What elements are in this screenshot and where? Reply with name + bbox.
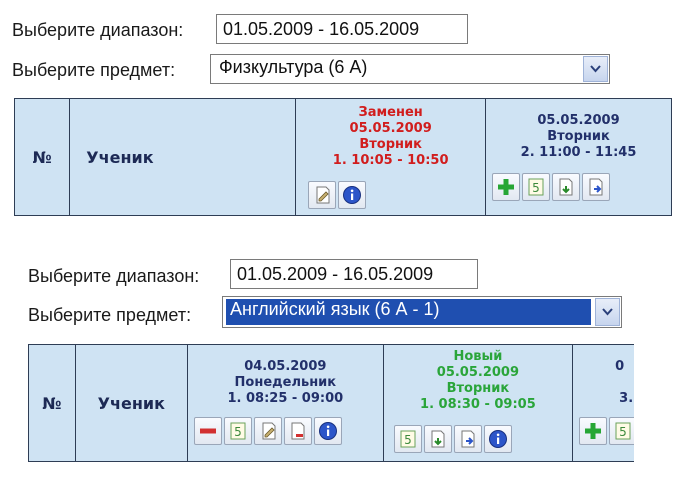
lesson-weekday: Понедельник — [234, 375, 337, 390]
add-plus-icon[interactable] — [492, 173, 521, 201]
page-minus-icon[interactable] — [284, 417, 312, 445]
info-icon[interactable] — [483, 425, 512, 453]
info-icon[interactable] — [338, 181, 367, 209]
lesson-status: Заменен — [358, 105, 423, 120]
range-input[interactable]: 01.05.2009 - 16.05.2009 — [216, 14, 468, 44]
chevron-down-icon[interactable] — [583, 56, 608, 82]
range-label: Выберите диапазон: — [12, 20, 184, 40]
lesson-date: 05.05.2009 — [349, 121, 432, 136]
remove-minus-icon[interactable] — [194, 417, 222, 445]
svg-text:5: 5 — [532, 181, 540, 195]
lesson-status: Новый — [453, 349, 503, 364]
lessons-table-2: № Ученик 04.05.2009 Понедельник 1. 08:25… — [28, 344, 634, 462]
page-down-icon[interactable] — [552, 173, 581, 201]
lesson-weekday: Вторник — [359, 137, 422, 152]
header-student: Ученик — [74, 344, 189, 462]
page-arrow-icon[interactable] — [453, 425, 482, 453]
range-input[interactable]: 01.05.2009 - 16.05.2009 — [230, 259, 478, 289]
chevron-down-icon[interactable] — [595, 298, 620, 326]
lesson-info: Новый 05.05.2009 Вторник 1. 08:30 - 09:0… — [384, 345, 572, 413]
lesson-date: 0 — [615, 359, 625, 374]
subject-value: Физкультура (6 А) — [219, 57, 368, 77]
lesson-cell: Заменен 05.05.2009 Вторник 1. 10:05 - 10… — [295, 98, 487, 216]
subject-label: Выберите предмет: — [12, 60, 176, 80]
lesson-weekday: Вторник — [446, 381, 510, 396]
subject-label: Выберите предмет: — [28, 305, 192, 325]
lesson-date: 05.05.2009 — [537, 113, 620, 128]
grade-five-icon[interactable]: 5 — [393, 425, 422, 453]
lesson-time: 1. 10:05 - 10:50 — [332, 153, 449, 168]
info-icon[interactable] — [314, 417, 342, 445]
header-number: № — [13, 98, 71, 216]
add-plus-icon[interactable] — [579, 417, 608, 445]
svg-text:5: 5 — [234, 425, 242, 439]
subject-value: Английский язык (6 А - 1) — [226, 299, 591, 325]
svg-text:5: 5 — [404, 433, 412, 447]
lesson-cell: 04.05.2009 Понедельник 1. 08:25 - 09:00 … — [187, 344, 384, 462]
lesson-info: Заменен 05.05.2009 Вторник 1. 10:05 - 10… — [296, 99, 485, 169]
header-student: Ученик — [69, 98, 297, 216]
grade-five-icon[interactable]: 5 — [522, 173, 551, 201]
svg-text:5: 5 — [619, 425, 627, 439]
lesson-cell: 0 3. 1 5 — [572, 344, 634, 462]
lessons-table-1: № Ученик Заменен 05.05.2009 Вторник 1. 1… — [13, 98, 672, 216]
lesson-info: 04.05.2009 Понедельник 1. 08:25 - 09:00 — [188, 345, 383, 407]
grade-five-icon[interactable]: 5 — [609, 417, 634, 445]
lesson-time: 2. 11:00 - 11:45 — [520, 145, 637, 160]
range-label: Выберите диапазон: — [28, 266, 200, 286]
lessons-table-2-viewport[interactable]: № Ученик 04.05.2009 Понедельник 1. 08:25… — [28, 344, 634, 464]
lesson-date: 04.05.2009 — [244, 359, 327, 374]
lesson-date: 05.05.2009 — [436, 365, 520, 380]
subject-select[interactable]: Физкультура (6 А) — [210, 54, 610, 84]
page-down-icon[interactable] — [423, 425, 452, 453]
lesson-cell: Новый 05.05.2009 Вторник 1. 08:30 - 09:0… — [382, 344, 574, 462]
lesson-info: 05.05.2009 Вторник 2. 11:00 - 11:45 — [486, 99, 671, 161]
subject-select[interactable]: Английский язык (6 А - 1) — [222, 296, 622, 328]
header-number: № — [28, 344, 76, 462]
edit-page-icon[interactable] — [254, 417, 282, 445]
lesson-time: 1. 08:25 - 09:00 — [227, 391, 344, 406]
lesson-weekday: Вторник — [547, 129, 610, 144]
lesson-time: 3. 1 — [619, 391, 634, 406]
page-arrow-icon[interactable] — [582, 173, 611, 201]
edit-page-icon[interactable] — [308, 181, 337, 209]
grade-five-icon[interactable]: 5 — [224, 417, 252, 445]
lesson-cell: 05.05.2009 Вторник 2. 11:00 - 11:45 5 — [485, 98, 672, 216]
lesson-time: 1. 08:30 - 09:05 — [420, 397, 536, 412]
